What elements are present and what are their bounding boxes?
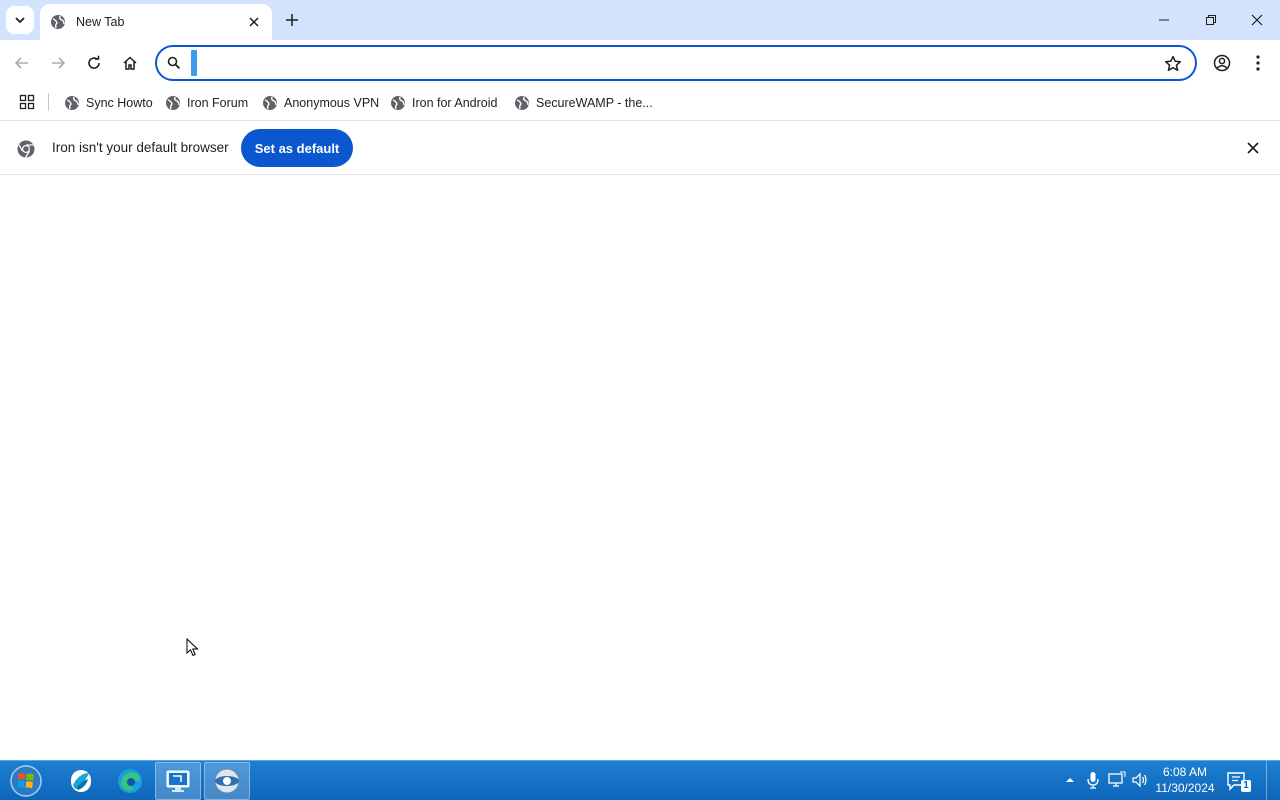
microphone-icon — [1087, 772, 1099, 789]
bookmark-label: Iron Forum — [187, 96, 249, 110]
notification-count: 1 — [1241, 780, 1251, 792]
bookmark-sync-howto[interactable]: Sync Howto — [64, 91, 153, 115]
start-orb-icon — [10, 765, 42, 797]
close-window-button[interactable] — [1234, 0, 1280, 40]
taskbar-iron-browser[interactable] — [204, 762, 250, 800]
home-icon — [123, 56, 137, 70]
taskbar-clock[interactable]: 6:08 AM 11/30/2024 — [1150, 764, 1220, 796]
address-bar[interactable] — [155, 45, 1197, 81]
globe-icon — [391, 96, 405, 110]
globe-icon — [263, 96, 277, 110]
bookmark-label: Iron for Android — [412, 96, 498, 110]
globe-icon — [515, 96, 529, 110]
tab-strip: New Tab — [0, 0, 1280, 40]
minimize-icon — [1159, 19, 1169, 21]
account-icon — [1213, 54, 1231, 72]
taskbar: 6:08 AM 11/30/2024 1 — [0, 760, 1280, 800]
network-icon — [1108, 771, 1126, 787]
remote-desktop-icon — [166, 770, 190, 792]
app-icon — [71, 770, 91, 792]
bookmark-anonymous-vpn[interactable]: Anonymous VPN — [262, 91, 379, 115]
reload-icon — [88, 55, 100, 69]
globe-icon — [51, 15, 65, 29]
bookmarks-bar: Sync Howto Iron Forum Anonymous VPN Iron… — [0, 86, 1280, 120]
plus-icon — [286, 14, 298, 26]
address-input[interactable] — [193, 51, 1153, 75]
tab-new-tab[interactable]: New Tab — [40, 4, 272, 40]
new-tab-button[interactable] — [282, 10, 302, 30]
tab-search-button[interactable] — [6, 6, 34, 34]
close-icon — [1251, 14, 1263, 26]
show-desktop-button[interactable] — [1266, 761, 1280, 800]
clock-time: 6:08 AM — [1162, 765, 1208, 779]
search-icon — [167, 56, 181, 70]
menu-button[interactable] — [1244, 49, 1272, 77]
clock-date: 11/30/2024 — [1155, 781, 1215, 795]
chevron-down-icon — [15, 17, 25, 24]
close-icon — [1247, 142, 1259, 154]
infobar-message: Iron isn't your default browser — [52, 140, 229, 155]
apps-button[interactable] — [17, 92, 37, 112]
arrow-right-icon — [52, 57, 66, 69]
set-as-default-button[interactable]: Set as default — [241, 129, 353, 167]
profile-button[interactable] — [1208, 49, 1236, 77]
show-hidden-icons[interactable] — [1061, 771, 1079, 789]
back-button[interactable] — [8, 49, 36, 77]
bookmark-label: Sync Howto — [86, 96, 153, 110]
reload-button[interactable] — [80, 49, 108, 77]
apps-grid-icon — [19, 94, 35, 110]
bookmark-label: Anonymous VPN — [284, 96, 380, 110]
tray-network[interactable] — [1108, 771, 1126, 789]
globe-icon — [166, 96, 180, 110]
chevron-up-icon — [1066, 778, 1074, 782]
bookmark-label: SecureWAMP - the... — [536, 96, 653, 110]
bookmarks-divider — [48, 93, 49, 111]
more-vertical-icon — [1256, 55, 1260, 71]
tray-volume[interactable] — [1131, 771, 1149, 789]
globe-icon — [65, 96, 79, 110]
taskbar-app[interactable] — [58, 762, 104, 800]
page-content[interactable] — [0, 175, 1280, 760]
start-button[interactable] — [4, 762, 48, 800]
tray-microphone[interactable] — [1084, 771, 1102, 789]
bookmark-iron-forum[interactable]: Iron Forum — [165, 91, 248, 115]
bookmark-securewamp[interactable]: SecureWAMP - the... — [514, 91, 653, 115]
edge-icon — [118, 769, 142, 793]
taskbar-edge[interactable] — [107, 762, 153, 800]
arrow-left-icon — [14, 57, 28, 69]
home-button[interactable] — [116, 49, 144, 77]
mouse-cursor-icon — [186, 638, 199, 657]
bookmark-star-icon[interactable] — [1163, 54, 1183, 74]
bookmark-iron-for-android[interactable]: Iron for Android — [390, 91, 497, 115]
forward-button[interactable] — [44, 49, 72, 77]
infobar-close-button[interactable] — [1244, 139, 1262, 157]
restore-button[interactable] — [1188, 0, 1234, 40]
minimize-button[interactable] — [1141, 0, 1187, 40]
browser-logo-icon — [17, 140, 35, 158]
taskbar-remote-desktop[interactable] — [155, 762, 201, 800]
default-browser-infobar: Iron isn't your default browser Set as d… — [0, 120, 1280, 174]
speaker-icon — [1132, 772, 1147, 788]
iron-browser-icon — [214, 768, 240, 794]
action-center-button[interactable]: 1 — [1226, 771, 1251, 793]
restore-icon — [1206, 15, 1216, 25]
close-tab-icon[interactable] — [246, 14, 262, 30]
tab-title: New Tab — [76, 15, 125, 29]
